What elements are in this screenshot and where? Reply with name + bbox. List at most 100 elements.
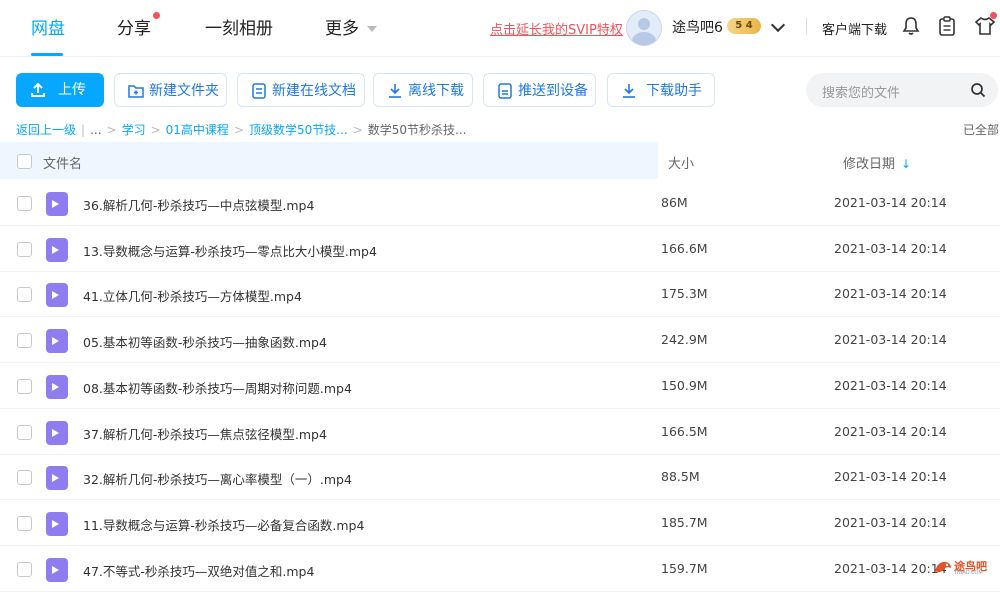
row-checkbox[interactable] <box>17 333 32 348</box>
file-name[interactable]: 32.解析几何-秒杀技巧—离心率模型（一）.mp4 <box>83 469 352 488</box>
row-checkbox[interactable] <box>17 425 32 440</box>
file-modified-date: 2021-03-14 20:14 <box>834 424 947 439</box>
breadcrumb-separator: > <box>106 123 117 137</box>
select-all-checkbox[interactable] <box>17 154 32 169</box>
new-folder-icon <box>128 85 144 98</box>
breadcrumb-item[interactable]: 顶级数学50节技... <box>249 123 348 137</box>
row-checkbox[interactable] <box>17 379 32 394</box>
breadcrumb-separator: > <box>352 123 363 137</box>
file-size: 166.6M <box>661 241 708 256</box>
document-icon <box>252 83 266 99</box>
table-row[interactable]: 41.立体几何-秒杀技巧—方体模型.mp4 175.3M 2021-03-14 20… <box>0 271 1000 317</box>
row-checkbox[interactable] <box>17 516 32 531</box>
file-name[interactable]: 37.解析几何-秒杀技巧—焦点弦径模型.mp4 <box>83 424 327 443</box>
bell-icon[interactable] <box>900 15 922 37</box>
file-modified-date: 2021-03-14 20:14 <box>834 241 947 256</box>
file-modified-date: 2021-03-14 20:14 <box>834 332 947 347</box>
user-menu-chevron-icon[interactable] <box>770 17 786 33</box>
file-modified-date: 2021-03-14 20:14 <box>834 515 947 530</box>
file-size: 86M <box>661 195 688 210</box>
video-file-icon <box>46 375 68 399</box>
video-file-icon <box>46 558 68 582</box>
push-to-device-label: 推送到设备 <box>518 83 588 99</box>
clipboard-icon[interactable] <box>936 15 958 37</box>
file-modified-date: 2021-03-14 20:14 <box>834 378 947 393</box>
column-header-name[interactable]: 文件名 <box>43 153 82 172</box>
search-icon[interactable] <box>970 82 986 98</box>
skin-notification-dot <box>990 12 997 19</box>
file-name[interactable]: 08.基本初等函数-秒杀技巧—周期对称问题.mp4 <box>83 378 352 397</box>
table-row[interactable]: 36.解析几何-秒杀技巧—中点弦模型.mp4 86M 2021-03-14 20:1… <box>0 180 1000 226</box>
client-download-link[interactable]: 客户端下载 <box>822 19 887 38</box>
row-checkbox[interactable] <box>17 562 32 577</box>
file-name[interactable]: 11.导数概念与运算-秒杀技巧—必备复合函数.mp4 <box>83 515 364 534</box>
upload-button[interactable]: 上传 <box>16 73 104 107</box>
breadcrumb-separator: | <box>81 123 86 137</box>
row-checkbox[interactable] <box>17 470 32 485</box>
table-row[interactable]: 08.基本初等函数-秒杀技巧—周期对称问题.mp4 150.9M 2021-03-1… <box>0 363 1000 409</box>
file-modified-date: 2021-03-14 20:14 <box>834 469 947 484</box>
file-size: 242.9M <box>661 332 708 347</box>
breadcrumb-ellipsis[interactable]: ... <box>90 123 101 137</box>
table-row[interactable]: 13.导数概念与运算-秒杀技巧—零点比大小模型.mp4 166.6M 2021-03… <box>0 226 1000 272</box>
file-name[interactable]: 36.解析几何-秒杀技巧—中点弦模型.mp4 <box>83 195 314 214</box>
column-header-date-label: 修改日期 <box>843 157 896 172</box>
search-input[interactable]: 搜索您的文件 <box>806 73 998 107</box>
breadcrumb-back[interactable]: 返回上一级 <box>16 123 76 137</box>
file-name[interactable]: 05.基本初等函数-秒杀技巧—抽象函数.mp4 <box>83 332 327 351</box>
file-modified-date: 2021-03-14 20:14 <box>834 195 947 210</box>
file-size: 150.9M <box>661 378 708 393</box>
watermark-logo: 途鸟吧 TNIAO.COM <box>930 556 1000 580</box>
file-name[interactable]: 13.导数概念与运算-秒杀技巧—零点比大小模型.mp4 <box>83 241 377 260</box>
video-file-icon <box>46 421 68 445</box>
table-row[interactable]: 05.基本初等函数-秒杀技巧—抽象函数.mp4 242.9M 2021-03-14 … <box>0 317 1000 363</box>
new-online-doc-button[interactable]: 新建在线文档 <box>237 73 365 107</box>
column-header-date[interactable]: 修改日期 ↓ <box>843 153 911 172</box>
avatar[interactable] <box>626 10 662 46</box>
nav-tab-more[interactable]: 更多 <box>325 14 377 39</box>
breadcrumb: 返回上一级 |... > 学习 >01高中课程 > 顶级数学50节技... > 数学50节秒杀技… <box>16 121 467 138</box>
search-placeholder: 搜索您的文件 <box>822 86 901 101</box>
name-column-header-bg <box>0 142 658 179</box>
bird-logo-icon <box>935 561 951 573</box>
file-size: 88.5M <box>661 469 700 484</box>
video-file-icon <box>46 512 68 536</box>
table-row[interactable]: 37.解析几何-秒杀技巧—焦点弦径模型.mp4 166.5M 2021-03-14 … <box>0 409 1000 455</box>
table-row[interactable]: 11.导数概念与运算-秒杀技巧—必备复合函数.mp4 185.7M 2021-03-… <box>0 500 1000 546</box>
breadcrumb-item[interactable]: 学习 <box>122 123 146 137</box>
file-name[interactable]: 47.不等式-秒杀技巧—双绝对值之和.mp4 <box>83 561 314 580</box>
new-online-doc-label: 新建在线文档 <box>272 83 356 99</box>
file-size: 166.5M <box>661 424 708 439</box>
breadcrumb-current: 数学50节秒杀技... <box>367 123 467 137</box>
download-helper-button[interactable]: 下载助手 <box>607 73 715 107</box>
table-row[interactable]: 47.不等式-秒杀技巧—双绝对值之和.mp4 159.7M 2021-03-14 2… <box>0 546 1000 592</box>
svip-renew-link[interactable]: 点击延长我的SVIP特权 <box>490 19 623 38</box>
offline-download-button[interactable]: 离线下载 <box>373 73 473 107</box>
row-checkbox[interactable] <box>17 242 32 257</box>
breadcrumb-separator: > <box>233 123 244 137</box>
breadcrumb-item[interactable]: 01高中课程 <box>166 123 229 137</box>
username[interactable]: 途鸟吧6 <box>672 17 723 37</box>
sort-down-arrow-icon: ↓ <box>901 157 912 171</box>
file-size: 185.7M <box>661 515 708 530</box>
row-checkbox[interactable] <box>17 287 32 302</box>
share-notification-dot <box>153 12 160 19</box>
video-file-icon <box>46 466 68 490</box>
table-header: 文件名 大小 修改日期 ↓ <box>0 142 1000 179</box>
offline-download-label: 离线下载 <box>408 83 464 99</box>
table-row[interactable]: 32.解析几何-秒杀技巧—离心率模型（一）.mp4 88.5M 2021-03-14… <box>0 454 1000 500</box>
new-folder-button[interactable]: 新建文件夹 <box>114 73 227 107</box>
file-size: 159.7M <box>661 561 708 576</box>
row-checkbox[interactable] <box>17 196 32 211</box>
upload-label: 上传 <box>58 82 86 98</box>
nav-tab-share[interactable]: 分享 <box>117 14 151 39</box>
chevron-down-icon <box>367 26 377 32</box>
column-header-size[interactable]: 大小 <box>668 153 694 172</box>
nav-tab-album[interactable]: 一刻相册 <box>205 14 273 39</box>
nav-tab-netdisk[interactable]: 网盘 <box>31 14 65 39</box>
file-name[interactable]: 41.立体几何-秒杀技巧—方体模型.mp4 <box>83 286 302 305</box>
push-to-device-button[interactable]: 推送到设备 <box>483 73 596 107</box>
loaded-all-status: 已全部 <box>963 123 1000 137</box>
file-size: 175.3M <box>661 286 708 301</box>
download-icon <box>389 84 401 98</box>
